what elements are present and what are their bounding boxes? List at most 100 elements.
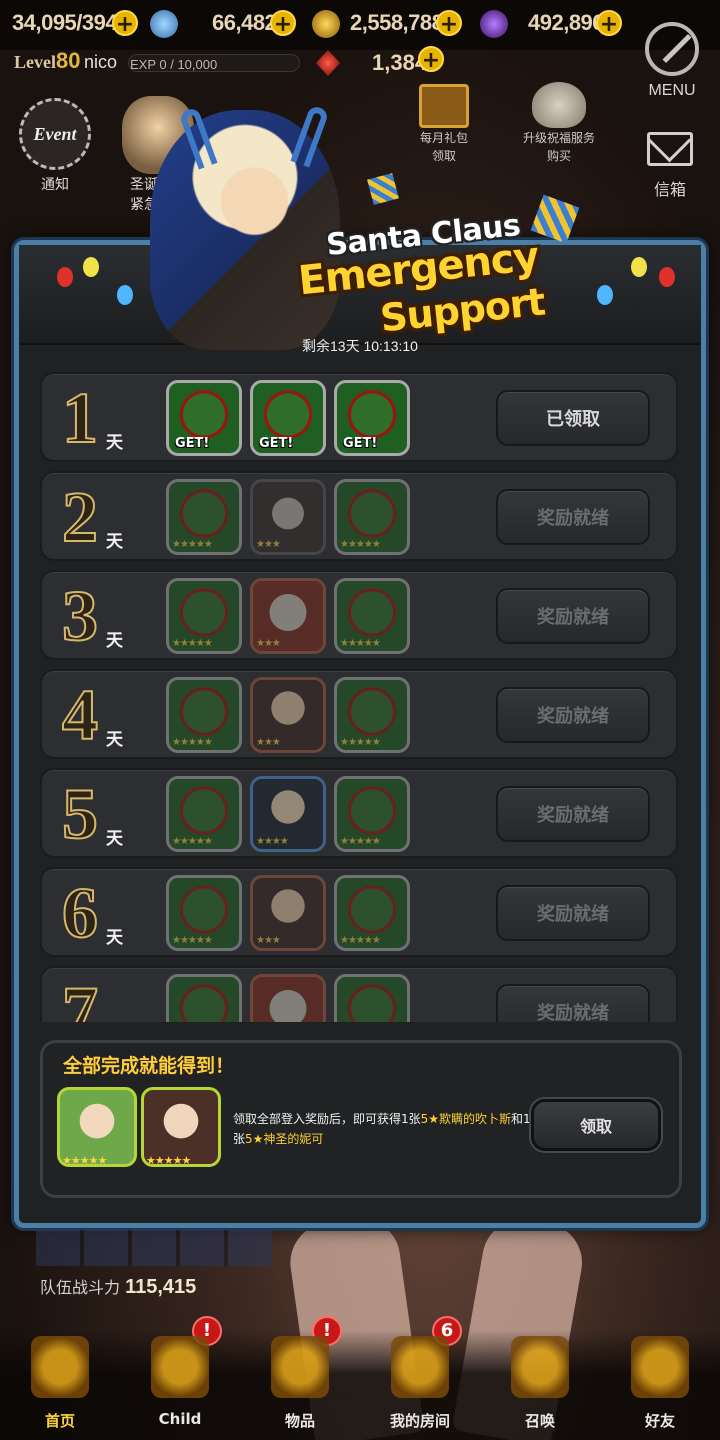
nav-friends[interactable]: 好友	[610, 1336, 710, 1431]
nav-label: 我的房间	[389, 1412, 450, 1430]
level-value: 80	[56, 48, 81, 73]
reward-ready-button[interactable]: 奖励就绪	[496, 489, 650, 545]
claimed-button[interactable]: 已领取	[496, 390, 650, 446]
reward-hero-portrait[interactable]: ★★★★★	[57, 1087, 137, 1167]
menu-label: MENU	[648, 82, 696, 99]
reward-wreath-icon[interactable]: ★★★★★	[166, 677, 242, 753]
day-row: 3 天 ★★★★★ ★★★ ★★★★★ 奖励就绪	[40, 570, 678, 660]
blessing-bag-icon	[532, 82, 586, 128]
day-row: 2 天 ★★★★★ ★★★ ★★★★★ 奖励就绪	[40, 471, 678, 561]
nav-label: 首页	[44, 1412, 75, 1430]
gems-value: 66,482	[212, 10, 277, 35]
get-label: GET!	[259, 436, 294, 451]
reward-character-icon[interactable]: ★★★	[250, 875, 326, 951]
reward-sack-icon[interactable]	[250, 974, 326, 1022]
gift-chest-icon	[419, 84, 469, 128]
add-gold-button[interactable]: +	[436, 10, 462, 37]
reward-hero-portrait[interactable]: ★★★★★	[141, 1087, 221, 1167]
rarity-stars: ★★★★★	[146, 1154, 191, 1167]
team-card-strip	[36, 1230, 272, 1266]
team-power-value: 115,415	[125, 1276, 197, 1298]
upgrade-blessing-label-1: 升级祝福服务	[522, 131, 595, 145]
add-stamina-button[interactable]: +	[112, 10, 138, 37]
reward-wreath-icon[interactable]: ★★★★★	[166, 875, 242, 951]
day-number: 6	[61, 872, 99, 954]
reward-ready-button[interactable]: 奖励就绪	[496, 588, 650, 644]
get-label: GET!	[343, 436, 378, 451]
gold-value: 2,558,788	[350, 10, 444, 35]
reward-wreath-icon[interactable]: ★★★★★	[166, 776, 242, 852]
red-crystal-icon	[316, 50, 340, 76]
mailbox-button[interactable]: 信箱	[640, 132, 700, 200]
level-label: Level	[14, 52, 56, 72]
day-unit: 天	[106, 730, 123, 750]
reward-wreath-icon[interactable]: GET!	[334, 380, 410, 456]
nav-summon[interactable]: 召唤	[490, 1336, 590, 1431]
light-bulb-icon	[659, 267, 675, 287]
menu-button[interactable]: MENU	[638, 22, 706, 112]
reward-wreath-icon[interactable]: ★★★★★	[334, 875, 410, 951]
reward-sack-icon[interactable]: ★★★	[250, 578, 326, 654]
reward-character-icon[interactable]: ★★★	[250, 479, 326, 555]
daily-reward-list[interactable]: 1 天 GET! GET! GET! 已领取 2 天 ★★★★★ ★★★ ★★★…	[40, 372, 680, 1022]
reward-wreath-icon[interactable]: ★★★★★	[334, 578, 410, 654]
notice-button[interactable]: Event 通知	[16, 98, 94, 194]
nav-label: 召唤	[524, 1412, 555, 1430]
reward-wreath-icon[interactable]: GET!	[250, 380, 326, 456]
player-nickname: nico	[84, 52, 118, 72]
day-number: 5	[61, 773, 99, 855]
claim-final-reward-button[interactable]: 领取	[531, 1099, 661, 1151]
add-gems-button[interactable]: +	[270, 10, 296, 37]
rarity-stars: ★★★	[256, 935, 281, 946]
rarity-stars: ★★★★★	[172, 539, 213, 550]
day-number: 2	[61, 476, 99, 558]
mail-icon	[647, 132, 693, 166]
reward-ready-button[interactable]: 奖励就绪	[496, 687, 650, 743]
add-dark-currency-button[interactable]: +	[596, 10, 622, 37]
nav-child[interactable]: ! Child	[130, 1316, 230, 1428]
day-unit: 天	[106, 928, 123, 948]
day-row: 7 奖励就绪	[40, 966, 678, 1022]
reward-wreath-icon[interactable]: ★★★★★	[334, 479, 410, 555]
reward-wreath-icon[interactable]: ★★★★★	[166, 578, 242, 654]
reward-ready-button[interactable]: 奖励就绪	[496, 885, 650, 941]
nav-my-room[interactable]: 6 我的房间	[370, 1316, 470, 1431]
rarity-stars: ★★★★★	[340, 935, 381, 946]
rarity-stars: ★★★	[256, 737, 281, 748]
reward-wreath-icon[interactable]: ★★★★★	[166, 479, 242, 555]
reward-wreath-icon[interactable]: ★★★★★	[334, 677, 410, 753]
nav-label: Child	[158, 1410, 202, 1428]
stamina-value: 34,095/394	[12, 10, 118, 35]
light-bulb-icon	[57, 267, 73, 287]
level-row: Level 80 nico EXP 0 / 10,000 1,384 +	[0, 46, 620, 80]
reward-wreath-icon[interactable]: GET!	[166, 380, 242, 456]
nav-home[interactable]: 首页	[10, 1336, 110, 1431]
desc-highlight: 5★神圣的妮可	[245, 1132, 324, 1146]
light-bulb-icon	[631, 257, 647, 277]
reward-wreath-icon[interactable]	[334, 974, 410, 1022]
rarity-stars: ★★★★★	[340, 638, 381, 649]
gear-icon	[645, 22, 699, 76]
rarity-stars: ★★★★★	[340, 737, 381, 748]
completion-reward-title: 全部完成就能得到！	[63, 1055, 235, 1077]
reward-character-icon[interactable]: ★★★★	[250, 776, 326, 852]
upgrade-blessing-button[interactable]: 升级祝福服务 购买	[516, 82, 602, 164]
light-bulb-icon	[597, 285, 613, 305]
shield-icon	[631, 1336, 689, 1398]
rarity-stars: ★★★★★	[172, 836, 213, 847]
monthly-gift-button[interactable]: 每月礼包 领取	[404, 84, 484, 164]
rarity-stars: ★★★	[256, 539, 281, 550]
reward-ready-button[interactable]: 奖励就绪	[496, 786, 650, 842]
reward-wreath-icon[interactable]: ★★★★★	[334, 776, 410, 852]
reward-wreath-icon[interactable]	[166, 974, 242, 1022]
add-crystal-button[interactable]: +	[418, 46, 444, 73]
notice-label: 通知	[41, 177, 69, 193]
reward-character-icon[interactable]: ★★★	[250, 677, 326, 753]
desc-text: 领取全部登入奖励后，即可获得1张	[233, 1112, 421, 1126]
day-row: 1 天 GET! GET! GET! 已领取	[40, 372, 678, 462]
nav-items[interactable]: ! 物品	[250, 1316, 350, 1431]
reward-ready-button[interactable]: 奖励就绪	[496, 984, 650, 1022]
day-row: 6 天 ★★★★★ ★★★ ★★★★★ 奖励就绪	[40, 867, 678, 957]
gem-icon	[150, 10, 178, 38]
rarity-stars: ★★★★	[256, 836, 289, 847]
